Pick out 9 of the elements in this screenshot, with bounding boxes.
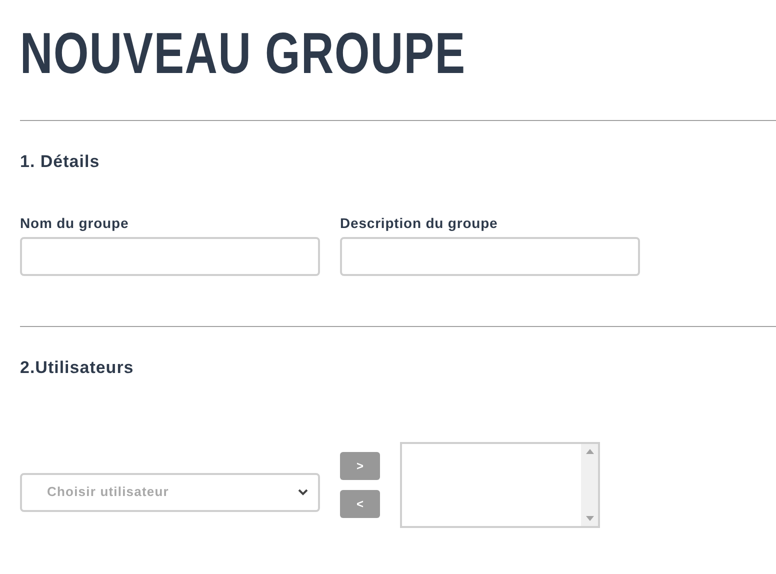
user-dropdown[interactable]: Choisir utilisateur bbox=[20, 472, 320, 512]
dropdown-placeholder: Choisir utilisateur bbox=[47, 483, 169, 502]
field-label: Nom du groupe bbox=[20, 214, 130, 230]
move-button[interactable]: < bbox=[340, 490, 380, 518]
move-button[interactable]: > bbox=[340, 452, 380, 480]
section-heading: 2.Utilisateurs bbox=[20, 356, 135, 378]
field-label: Description du groupe bbox=[340, 214, 499, 230]
section-heading: 1. Détails bbox=[20, 151, 101, 173]
page-title: NOUVEAU GROUPE bbox=[20, 22, 466, 86]
